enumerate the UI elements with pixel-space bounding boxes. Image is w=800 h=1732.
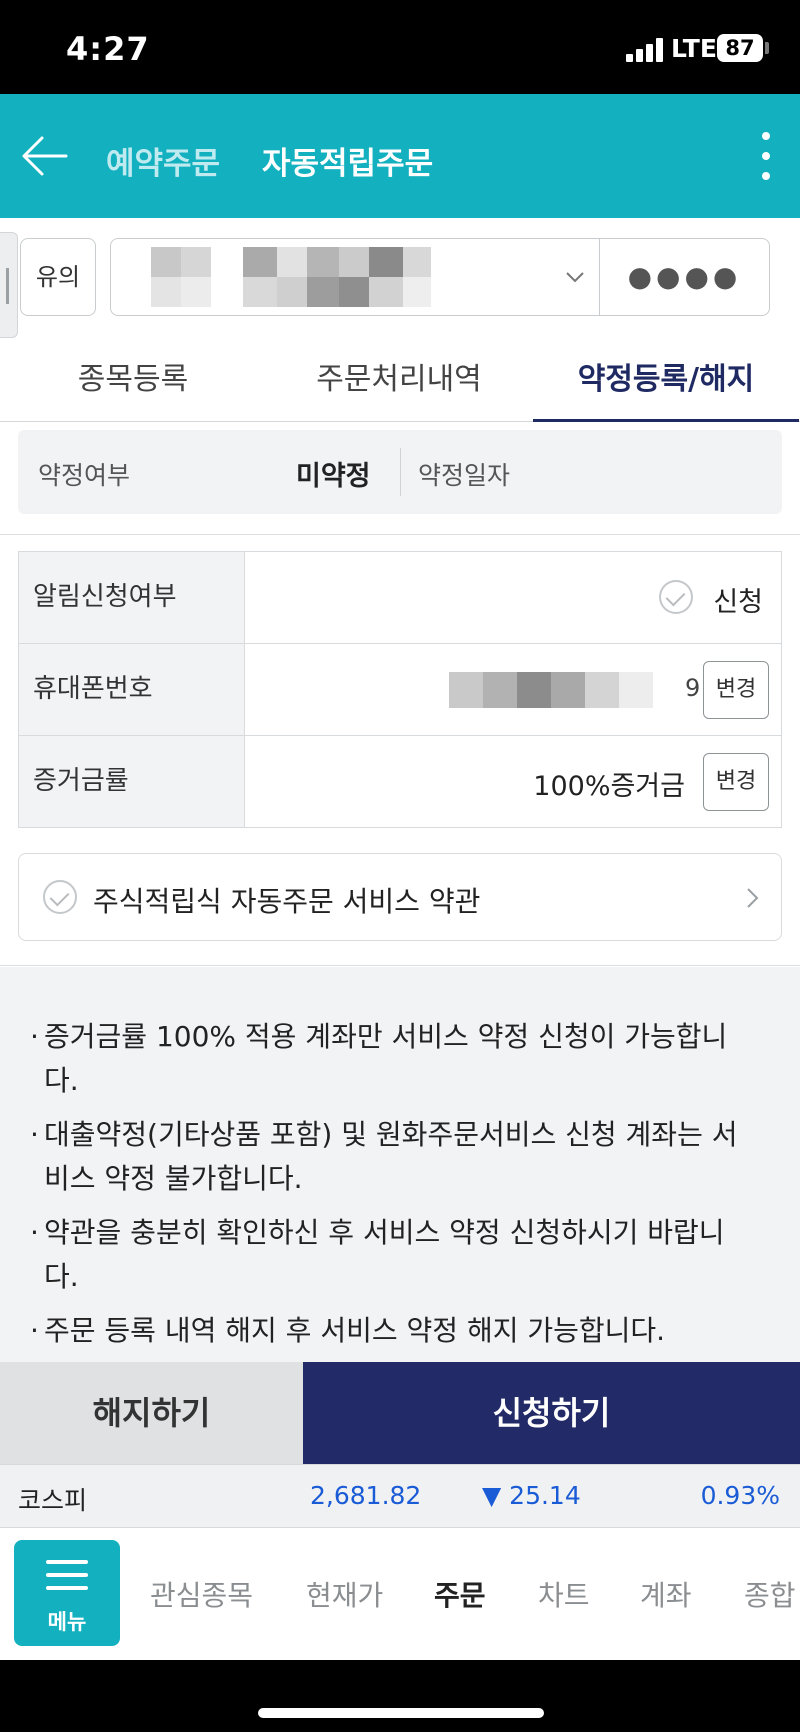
masked-phone-number bbox=[449, 672, 653, 708]
phone-label: 휴대폰번호 bbox=[19, 644, 245, 735]
terms-label: 주식적립식 자동주문 서비스 약관 bbox=[93, 885, 481, 918]
signal-icon bbox=[626, 38, 666, 62]
nav-overview[interactable]: 종합 bbox=[744, 1574, 800, 1614]
form-row-phone: 휴대폰번호 9 변경 bbox=[18, 643, 782, 736]
index-price: 2,681.82 bbox=[310, 1481, 422, 1510]
battery-tip bbox=[765, 42, 769, 54]
home-indicator[interactable] bbox=[258, 1708, 544, 1718]
tab-reservation-order[interactable]: 예약주문 bbox=[106, 138, 220, 183]
notice-list: · 증거금률 100% 적용 계좌만 서비스 약정 신청이 가능합니다. · 대… bbox=[0, 967, 800, 1362]
status-bar: 4:27 LTE 87 bbox=[0, 0, 800, 94]
check-circle-icon[interactable] bbox=[659, 580, 693, 614]
terms-agreement-row[interactable]: 주식적립식 자동주문 서비스 약관 bbox=[18, 853, 782, 941]
menu-button[interactable]: 메뉴 bbox=[14, 1540, 120, 1646]
app-header: 예약주문 자동적립주문 bbox=[0, 94, 800, 218]
cancel-agreement-button[interactable]: 해지하기 bbox=[0, 1362, 303, 1464]
nav-order[interactable]: 주문 bbox=[434, 1574, 486, 1614]
side-drawer-handle[interactable] bbox=[0, 232, 18, 338]
more-menu-icon[interactable] bbox=[756, 132, 776, 184]
margin-rate-label: 증거금률 bbox=[19, 736, 245, 827]
index-change: ▼ 25.14 bbox=[482, 1481, 581, 1510]
nav-watchlist[interactable]: 관심종목 bbox=[150, 1574, 253, 1614]
masked-account-number bbox=[151, 247, 431, 307]
battery-icon: 87 bbox=[717, 34, 763, 62]
form-row-notification: 알림신청여부 신청 bbox=[18, 551, 782, 644]
index-name: 코스피 bbox=[18, 1486, 88, 1515]
status-time: 4:27 bbox=[66, 30, 150, 68]
notice-item: · 약관을 충분히 확인하신 후 서비스 약정 신청하시기 바랍니다. bbox=[30, 1216, 725, 1293]
agreement-status-value: 미약정 bbox=[296, 461, 371, 492]
change-margin-button[interactable]: 변경 bbox=[703, 753, 769, 811]
index-ticker[interactable]: 코스피 2,681.82 ▼ 25.14 0.93% bbox=[0, 1464, 800, 1528]
notice-item: · 대출약정(기타상품 포함) 및 원화주문서비스 신청 계좌는 서비스 약정 … bbox=[30, 1118, 738, 1195]
divider bbox=[400, 448, 401, 496]
notification-apply-text[interactable]: 신청 bbox=[713, 580, 763, 619]
menu-label: 메뉴 bbox=[47, 1610, 87, 1634]
tab-agreement-register-cancel[interactable]: 약정등록/해지 bbox=[533, 340, 799, 422]
chevron-down-icon bbox=[566, 272, 584, 283]
notice-item: · 증거금률 100% 적용 계좌만 서비스 약정 신청이 가능합니다. bbox=[30, 1020, 728, 1097]
phone-number-tail: 9 bbox=[685, 674, 701, 702]
apply-agreement-button[interactable]: 신청하기 bbox=[303, 1362, 800, 1464]
account-select[interactable] bbox=[110, 238, 600, 316]
bottom-nav: 메뉴 관심종목 현재가 주문 차트 계좌 종합 bbox=[0, 1528, 800, 1660]
agreement-form-card: 알림신청여부 신청 휴대폰번호 9 변경 증거금률 100%증거금 변경 주식적… bbox=[0, 534, 800, 966]
agreement-status-box: 약정여부 미약정 약정일자 bbox=[18, 430, 782, 514]
sub-tab-bar: 종목등록 주문처리내역 약정등록/해지 bbox=[0, 340, 800, 422]
network-type: LTE bbox=[671, 34, 717, 63]
tab-auto-saving-order[interactable]: 자동적립주문 bbox=[262, 138, 433, 183]
notice-button[interactable]: 유의 bbox=[20, 238, 96, 316]
tab-stock-registration[interactable]: 종목등록 bbox=[0, 340, 266, 422]
chevron-right-icon bbox=[747, 888, 759, 908]
agreement-status-label: 약정여부 bbox=[38, 461, 131, 490]
back-arrow-icon[interactable] bbox=[18, 130, 70, 182]
check-circle-icon[interactable] bbox=[43, 880, 77, 914]
notification-label: 알림신청여부 bbox=[19, 552, 245, 643]
home-indicator-area bbox=[0, 1660, 800, 1732]
hamburger-icon bbox=[46, 1560, 88, 1599]
change-phone-button[interactable]: 변경 bbox=[703, 661, 769, 719]
index-change-rate: 0.93% bbox=[700, 1481, 780, 1510]
notice-item: · 주문 등록 내역 해지 후 서비스 약정 해지 가능합니다. bbox=[30, 1314, 666, 1347]
form-row-margin: 증거금률 100%증거금 변경 bbox=[18, 735, 782, 828]
nav-chart[interactable]: 차트 bbox=[538, 1574, 590, 1614]
password-field[interactable]: ●●●● bbox=[599, 238, 770, 316]
tab-order-history[interactable]: 주문처리내역 bbox=[266, 340, 532, 422]
margin-rate-value: 100%증거금 bbox=[533, 771, 685, 802]
nav-account[interactable]: 계좌 bbox=[640, 1574, 692, 1614]
agreement-date-label: 약정일자 bbox=[418, 461, 511, 490]
nav-current-price[interactable]: 현재가 bbox=[306, 1574, 383, 1614]
